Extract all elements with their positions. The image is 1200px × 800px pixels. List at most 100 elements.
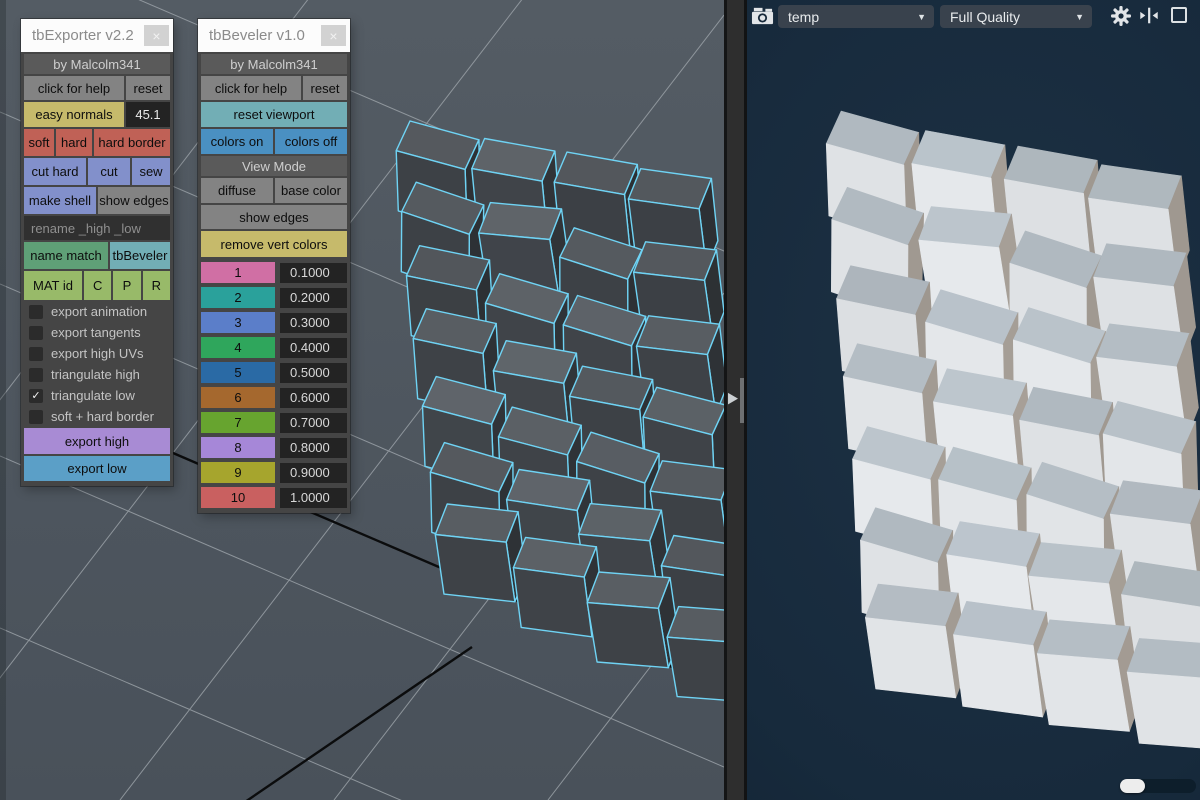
tbbeveler-title: tbBeveler v1.0	[209, 27, 305, 44]
base-color-button[interactable]: base color	[275, 178, 347, 203]
bevel-row: 4 0.4000	[201, 337, 347, 358]
remove-vert-colors-button[interactable]: remove vert colors	[201, 231, 347, 257]
bevel-row: 5 0.5000	[201, 362, 347, 383]
bevel-value-5-field[interactable]: 0.5000	[280, 363, 347, 383]
bevel-row: 1 0.1000	[201, 262, 347, 283]
checkbox-export-high-uvs[interactable]: export high UVs	[24, 344, 170, 363]
tbbeveler-launch-button[interactable]: tbBeveler	[110, 242, 170, 269]
bevel-preset-1-button[interactable]: 1	[201, 262, 275, 283]
close-icon[interactable]: ×	[144, 25, 169, 46]
beveler-reset-button[interactable]: reset	[303, 76, 347, 100]
render-progress-bar	[1120, 779, 1196, 793]
bevel-preset-7-button[interactable]: 7	[201, 412, 275, 433]
viewport-splitter[interactable]: ▶	[724, 0, 747, 800]
render-viewport[interactable]: temp ▼ Full Quality ▼	[747, 0, 1200, 800]
mat-p-button[interactable]: P	[113, 271, 140, 300]
exporter-help-button[interactable]: click for help	[24, 76, 124, 100]
tbbeveler-panel: tbBeveler v1.0 × by Malcolm341 click for…	[198, 19, 350, 513]
bevel-preset-9-button[interactable]: 9	[201, 462, 275, 483]
bevel-row: 8 0.8000	[201, 437, 347, 458]
bevel-value-9-field[interactable]: 0.9000	[280, 463, 347, 483]
bevel-row: 7 0.7000	[201, 412, 347, 433]
tbexporter-panel: tbExporter v2.2 × by Malcolm341 click fo…	[21, 19, 173, 486]
easy-normals-button[interactable]: easy normals	[24, 102, 124, 127]
render-camera-icon[interactable]	[751, 6, 774, 26]
cut-button[interactable]: cut	[88, 158, 130, 185]
camera-select-value: temp	[788, 9, 819, 25]
mat-c-button[interactable]: C	[84, 271, 111, 300]
settings-gear-icon[interactable]	[1109, 4, 1133, 33]
make-shell-button[interactable]: make shell	[24, 187, 96, 214]
splitter-handle[interactable]	[740, 378, 744, 423]
bevel-value-1-field[interactable]: 0.1000	[280, 263, 347, 283]
bevel-preset-2-button[interactable]: 2	[201, 287, 275, 308]
maximize-icon[interactable]	[1171, 7, 1187, 23]
checkbox-label: export high UVs	[51, 346, 144, 361]
bevel-value-4-field[interactable]: 0.4000	[280, 338, 347, 358]
rendered-cube-wall	[747, 0, 1200, 800]
mat-id-button[interactable]: MAT id	[24, 271, 82, 300]
export-high-button[interactable]: export high	[24, 428, 170, 454]
checkbox-triangulate-low[interactable]: ✓ triangulate low	[24, 386, 170, 405]
checkbox-box[interactable]	[29, 410, 43, 424]
tbexporter-titlebar[interactable]: tbExporter v2.2 ×	[21, 19, 173, 52]
bevel-value-3-field[interactable]: 0.3000	[280, 313, 347, 333]
checkbox-box[interactable]: ✓	[29, 389, 43, 403]
exporter-reset-button[interactable]: reset	[126, 76, 170, 100]
bevel-row: 9 0.9000	[201, 462, 347, 483]
splitter-expand-icon[interactable]: ▶	[728, 387, 738, 410]
colors-off-button[interactable]: colors off	[275, 129, 347, 154]
bevel-preset-6-button[interactable]: 6	[201, 387, 275, 408]
bevel-value-6-field[interactable]: 0.6000	[280, 388, 347, 408]
bevel-row: 10 1.0000	[201, 487, 347, 508]
view-mode-label: View Mode	[201, 156, 347, 176]
bevel-preset-10-button[interactable]: 10	[201, 487, 275, 508]
checkbox-box[interactable]	[29, 368, 43, 382]
beveler-show-edges-button[interactable]: show edges	[201, 205, 347, 229]
exporter-byline: by Malcolm341	[24, 54, 170, 74]
checkbox-export-animation[interactable]: export animation	[24, 302, 170, 321]
checkbox-box[interactable]	[29, 326, 43, 340]
bevel-value-8-field[interactable]: 0.8000	[280, 438, 347, 458]
show-edges-button[interactable]: show edges	[98, 187, 170, 214]
checkbox-label: soft + hard border	[51, 409, 154, 424]
checkbox-label: export animation	[51, 304, 147, 319]
bevel-value-7-field[interactable]: 0.7000	[280, 413, 347, 433]
close-icon[interactable]: ×	[321, 25, 346, 46]
cut-hard-button[interactable]: cut hard	[24, 158, 86, 185]
bevel-preset-4-button[interactable]: 4	[201, 337, 275, 358]
beveler-byline: by Malcolm341	[201, 54, 347, 74]
quality-select-value: Full Quality	[950, 9, 1020, 25]
name-match-button[interactable]: name match	[24, 242, 108, 269]
bevel-preset-5-button[interactable]: 5	[201, 362, 275, 383]
quality-select[interactable]: Full Quality ▼	[940, 5, 1092, 28]
hard-border-button[interactable]: hard border	[94, 129, 170, 156]
application-window: tbExporter v2.2 × by Malcolm341 click fo…	[0, 0, 1200, 800]
checkbox-box[interactable]	[29, 347, 43, 361]
maya-viewport[interactable]: tbExporter v2.2 × by Malcolm341 click fo…	[0, 0, 724, 800]
camera-select[interactable]: temp ▼	[778, 5, 934, 28]
diffuse-button[interactable]: diffuse	[201, 178, 273, 203]
checkbox-box[interactable]	[29, 305, 43, 319]
beveler-help-button[interactable]: click for help	[201, 76, 301, 100]
bevel-preset-3-button[interactable]: 3	[201, 312, 275, 333]
bevel-value-10-field[interactable]: 1.0000	[280, 488, 347, 508]
tbbeveler-titlebar[interactable]: tbBeveler v1.0 ×	[198, 19, 350, 52]
export-low-button[interactable]: export low	[24, 456, 170, 481]
checkbox-export-tangents[interactable]: export tangents	[24, 323, 170, 342]
sew-button[interactable]: sew	[132, 158, 170, 185]
rename-field[interactable]: rename _high _low	[24, 216, 170, 240]
checkbox-soft-hard-border[interactable]: soft + hard border	[24, 407, 170, 426]
checkbox-triangulate-high[interactable]: triangulate high	[24, 365, 170, 384]
split-view-icon[interactable]	[1138, 7, 1160, 29]
hard-button[interactable]: hard	[56, 129, 92, 156]
reset-viewport-button[interactable]: reset viewport	[201, 102, 347, 127]
bevel-value-2-field[interactable]: 0.2000	[280, 288, 347, 308]
normal-angle-field[interactable]: 45.1	[126, 102, 170, 127]
soft-button[interactable]: soft	[24, 129, 54, 156]
bevel-row: 3 0.3000	[201, 312, 347, 333]
colors-on-button[interactable]: colors on	[201, 129, 273, 154]
chevron-down-icon: ▼	[1075, 12, 1084, 22]
mat-r-button[interactable]: R	[143, 271, 170, 300]
bevel-preset-8-button[interactable]: 8	[201, 437, 275, 458]
